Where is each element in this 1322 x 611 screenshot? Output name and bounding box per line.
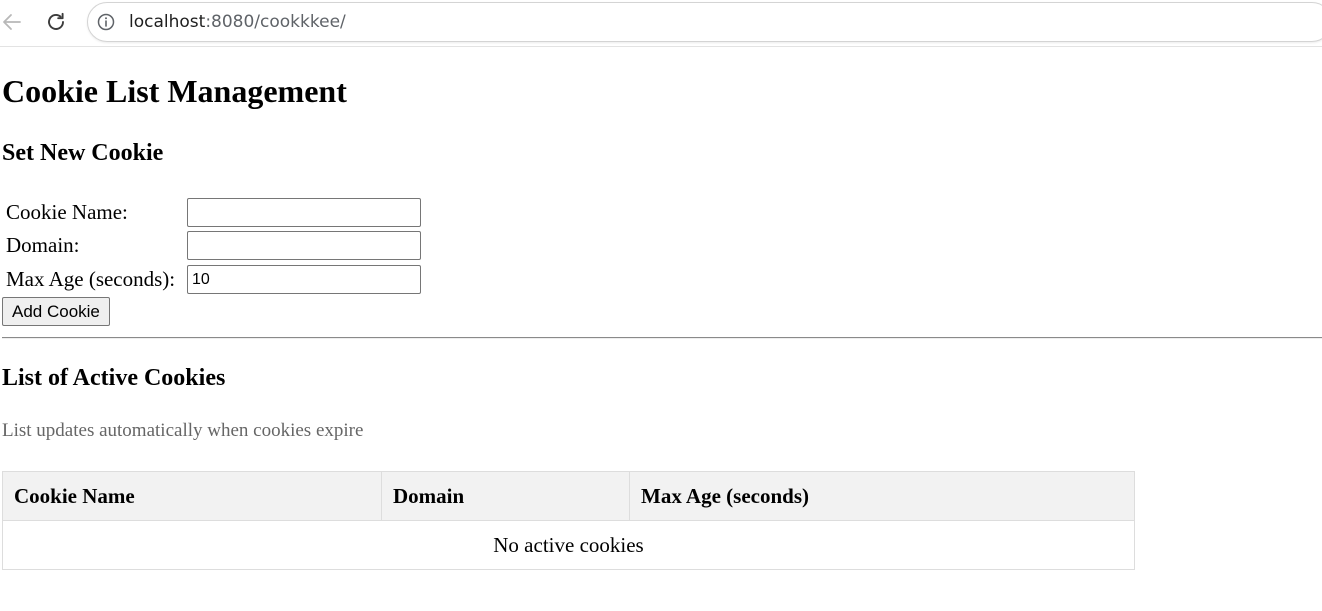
reload-icon	[48, 12, 64, 30]
column-header-domain: Domain	[381, 471, 630, 521]
reload-button[interactable]	[40, 6, 72, 38]
url-text[interactable]: localhost:8080/cookkkee/	[129, 12, 346, 32]
domain-input[interactable]	[187, 231, 421, 260]
cookie-name-input[interactable]	[187, 198, 421, 227]
empty-table-message: No active cookies	[2, 520, 1135, 570]
cookie-table: Cookie Name Domain Max Age (seconds) No …	[2, 471, 1135, 570]
max-age-input[interactable]	[187, 265, 421, 294]
active-cookies-heading: List of Active Cookies	[2, 365, 226, 391]
column-header-cookie-name: Cookie Name	[2, 471, 382, 521]
back-arrow-icon	[3, 14, 21, 30]
column-header-max-age: Max Age (seconds)	[629, 471, 1135, 521]
info-icon[interactable]	[97, 13, 115, 31]
table-row: No active cookies	[2, 520, 1135, 570]
back-button[interactable]	[0, 6, 28, 38]
address-bar[interactable]: localhost:8080/cookkkee/	[87, 2, 1322, 42]
url-path: :8080/cookkkee/	[205, 12, 346, 32]
section-divider	[2, 337, 1322, 339]
url-host: localhost	[129, 12, 206, 32]
set-cookie-heading: Set New Cookie	[2, 140, 164, 166]
browser-toolbar: localhost:8080/cookkkee/	[0, 0, 1322, 47]
list-hint-text: List updates automatically when cookies …	[2, 420, 364, 441]
domain-label: Domain:	[6, 233, 80, 257]
table-header-row: Cookie Name Domain Max Age (seconds)	[2, 471, 1135, 521]
cookie-name-label: Cookie Name:	[6, 200, 128, 224]
max-age-label: Max Age (seconds):	[6, 267, 176, 291]
add-cookie-button[interactable]: Add Cookie	[2, 297, 110, 326]
page-title: Cookie List Management	[2, 73, 347, 109]
